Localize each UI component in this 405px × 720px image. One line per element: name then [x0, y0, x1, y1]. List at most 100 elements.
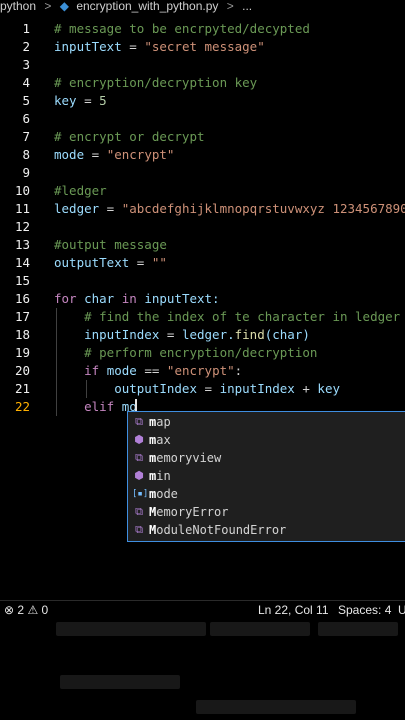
error-icon: ⊗ — [4, 603, 15, 617]
cursor-position[interactable]: Ln 22, Col 11 — [258, 601, 329, 620]
code-text: for char in inputText: — [54, 290, 220, 308]
code-line[interactable]: 1 # message to be encrpyted/decypted — [0, 20, 405, 38]
code-token: "encrypt" — [106, 147, 175, 162]
code-token: in — [121, 291, 137, 306]
breadcrumb-separator: > — [44, 0, 52, 13]
method-icon: ⬢ — [134, 433, 144, 446]
suggestion-label: map — [149, 415, 171, 429]
line-number: 19 — [14, 345, 30, 360]
blurred-region — [210, 622, 310, 636]
code-text: # encryption/decryption key — [54, 74, 257, 92]
line-number: 8 — [22, 147, 30, 162]
line-number: 18 — [14, 327, 30, 342]
autocomplete-suggestions[interactable]: ⧉ map ⬢ max ⧉ memoryview ⬢ min [▪] mode ⧉ MemoryErr… — [127, 411, 405, 542]
code-token: outputText — [54, 255, 130, 270]
code-token: # perform encryption/decryption — [54, 345, 318, 360]
suggestion-label: MemoryError — [149, 505, 229, 519]
indentation-setting[interactable]: Spaces: 4 — [338, 601, 391, 620]
code-line[interactable]: 20 if mode == "encrypt": — [0, 362, 405, 380]
code-line[interactable]: 15 — [0, 272, 405, 290]
code-line[interactable]: 4 # encryption/decryption key — [0, 74, 405, 92]
code-line[interactable]: 8 mode = "encrypt" — [0, 146, 405, 164]
line-number: 22 — [14, 399, 30, 414]
code-token: = — [84, 147, 107, 162]
code-line[interactable]: 21 outputIndex = inputIndex + key — [0, 380, 405, 398]
breadcrumb-symbol[interactable]: ... — [242, 0, 252, 13]
code-line[interactable]: 6 — [0, 110, 405, 128]
code-token: + — [294, 381, 318, 396]
suggestion-label: mode — [149, 487, 178, 501]
code-token: : — [234, 363, 243, 378]
code-token: ledger — [54, 201, 100, 216]
code-line[interactable]: 17 # find the index of te character in l… — [0, 308, 405, 326]
code-token: inputIndex — [54, 327, 160, 342]
suggestion-item[interactable]: ⬢ min — [128, 467, 405, 485]
breadcrumb: python > ◆ encryption_with_python.py > .… — [0, 0, 405, 14]
code-text: #ledger — [54, 182, 107, 200]
code-line[interactable]: 9 — [0, 164, 405, 182]
code-text: # find the index of te character in ledg… — [54, 308, 400, 326]
suggestion-item[interactable]: ⧉ ModuleNotFoundError — [128, 521, 405, 539]
warning-count: 0 — [41, 603, 49, 617]
code-line[interactable]: 2 inputText = "secret message" — [0, 38, 405, 56]
code-token: key — [317, 381, 340, 396]
suggestion-item[interactable]: ⧉ memoryview — [128, 449, 405, 467]
code-line[interactable]: 7 # encrypt or decrypt — [0, 128, 405, 146]
code-token: = — [99, 201, 122, 216]
code-text: outputIndex = inputIndex + key — [54, 380, 340, 398]
code-text: if mode == "encrypt": — [54, 362, 242, 380]
code-line[interactable]: 13 #output message — [0, 236, 405, 254]
suggestion-item[interactable]: ⧉ map — [128, 413, 405, 431]
line-number: 7 — [22, 129, 30, 144]
code-token: # encrypt or decrypt — [54, 129, 205, 144]
code-token: ledger. — [181, 327, 235, 342]
code-line[interactable]: 3 — [0, 56, 405, 74]
breadcrumb-folder[interactable]: python — [0, 0, 36, 13]
code-line[interactable]: 12 — [0, 218, 405, 236]
code-text: key = 5 — [54, 92, 107, 110]
code-line[interactable]: 10 #ledger — [0, 182, 405, 200]
code-token: #ledger — [54, 183, 107, 198]
encoding-setting[interactable]: U — [398, 601, 405, 620]
code-token: = — [121, 39, 145, 54]
line-number: 6 — [22, 111, 30, 126]
code-token: #output message — [54, 237, 167, 252]
suggestion-item[interactable]: ⧉ MemoryError — [128, 503, 405, 521]
code-line[interactable]: 5 key = 5 — [0, 92, 405, 110]
code-line[interactable]: 14 outputText = "" — [0, 254, 405, 272]
breadcrumb-file[interactable]: encryption_with_python.py — [76, 0, 218, 13]
code-token: inputIndex — [219, 381, 295, 396]
problems-indicator[interactable]: ⊗ 2 ⚠ 0 — [4, 601, 48, 620]
code-line[interactable]: 16 for char in inputText: — [0, 290, 405, 308]
code-line[interactable]: 19 # perform encryption/decryption — [0, 344, 405, 362]
line-number: 17 — [14, 309, 30, 324]
code-token: == — [144, 363, 160, 378]
line-number: 13 — [14, 237, 30, 252]
blurred-region — [318, 622, 398, 636]
line-number: 16 — [14, 291, 30, 306]
suggestion-label: min — [149, 469, 171, 483]
code-text: #output message — [54, 236, 167, 254]
variable-icon: [▪] — [132, 489, 149, 499]
line-number: 12 — [14, 219, 30, 234]
code-line[interactable]: 18 inputIndex = ledger.find(char) — [0, 326, 405, 344]
suggestion-item[interactable]: [▪] mode — [128, 485, 405, 503]
python-file-icon: ◆ — [59, 0, 69, 13]
code-token: if — [84, 363, 100, 378]
line-number: 11 — [14, 201, 30, 216]
code-text: mode = "encrypt" — [54, 146, 174, 164]
code-token: inputText: — [136, 291, 220, 306]
code-token: = — [197, 381, 220, 396]
terminal-panel — [0, 620, 405, 720]
line-number: 20 — [14, 363, 30, 378]
suggestion-item[interactable]: ⬢ max — [128, 431, 405, 449]
code-token: "encrypt" — [159, 363, 235, 378]
code-token: "" — [151, 255, 167, 270]
code-token: 5 — [99, 93, 107, 108]
class-icon: ⧉ — [135, 415, 143, 428]
code-line[interactable]: 11 ledger = "abcdefghijklmnopqrstuvwxyz 1… — [0, 200, 405, 218]
line-number: 21 — [14, 381, 30, 396]
breadcrumb-separator-2: > — [226, 0, 234, 13]
line-number: 9 — [22, 165, 30, 180]
code-token: inputText — [54, 39, 122, 54]
